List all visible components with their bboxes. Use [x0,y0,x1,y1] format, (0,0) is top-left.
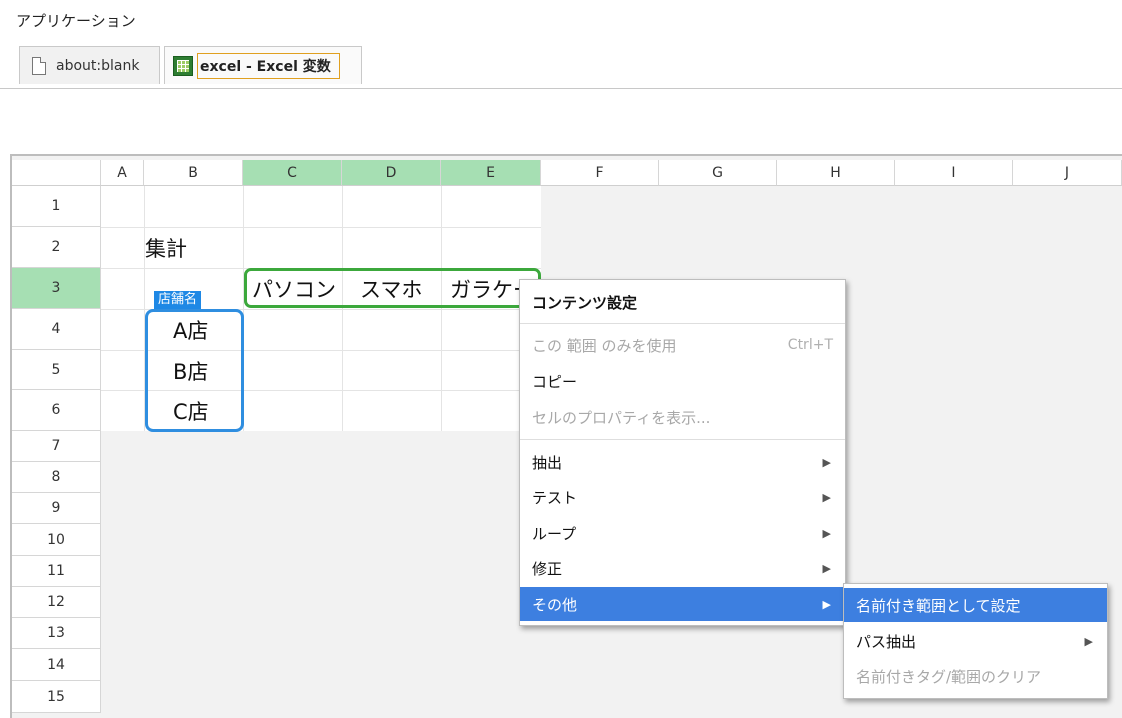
submenu-arrow-icon: ▶ [822,490,831,504]
menu-item-modify[interactable]: 修正 ▶ [520,551,845,585]
menu-item-label: 名前付き範囲として設定 [856,596,1021,615]
row-header-8[interactable]: 8 [12,462,101,493]
submenu-arrow-icon: ▶ [1084,634,1093,648]
row-header-12[interactable]: 12 [12,587,101,618]
shortcut-label: Ctrl+T [787,337,833,353]
menu-item-label: その他 [532,595,578,614]
menu-item-cell-properties[interactable]: セルのプロパティを表示... [520,400,845,434]
app-title: アプリケーション [16,12,136,30]
toolbar-area [0,89,1122,153]
menu-header-content-settings: コンテンツ設定 [520,285,845,319]
menu-item-other[interactable]: その他 ▶ [520,587,845,621]
menu-item-set-named-range[interactable]: 名前付き範囲として設定 [844,588,1107,622]
row-header-10[interactable]: 10 [12,524,101,556]
col-header-D[interactable]: D [342,160,441,186]
menu-item-label: 修正 [532,559,563,578]
context-menu: コンテンツ設定 この 範囲 のみを使用 Ctrl+T コピー セルのプロパティを… [519,279,846,626]
menu-item-label: テスト [532,488,578,507]
menu-item-copy[interactable]: コピー [520,364,845,398]
col-header-E[interactable]: E [441,160,541,186]
submenu-arrow-icon: ▶ [822,455,831,469]
row-header-4[interactable]: 4 [12,309,101,350]
submenu-arrow-icon: ▶ [822,597,831,611]
submenu-arrow-icon: ▶ [822,561,831,575]
tab-bar: about:blank excel - Excel 変数 [0,40,1122,89]
tab-excel[interactable]: excel - Excel 変数 [164,46,362,84]
row-header-3[interactable]: 3 [12,268,101,309]
menu-separator [520,439,845,440]
menu-item-label: 名前付きタグ/範囲のクリア [856,667,1042,686]
submenu-other: 名前付き範囲として設定 パス抽出 ▶ 名前付きタグ/範囲のクリア [843,583,1108,699]
row-header-7[interactable]: 7 [12,431,101,462]
col-header-A[interactable]: A [101,160,144,186]
row-header-1[interactable]: 1 [12,186,101,227]
tab-label: about:blank [56,57,140,74]
tab-label: excel - Excel 変数 [197,52,340,79]
corner-header[interactable] [12,160,101,186]
row-header-14[interactable]: 14 [12,649,101,681]
row-header-11[interactable]: 11 [12,556,101,587]
col-header-I[interactable]: I [895,160,1013,186]
row-header-9[interactable]: 9 [12,493,101,524]
menu-item-label: セルのプロパティを表示... [532,408,711,427]
cell-B2[interactable]: 集計 [145,233,187,263]
selected-range-outline [244,268,541,308]
submenu-arrow-icon: ▶ [822,526,831,540]
row-header-2[interactable]: 2 [12,227,101,268]
menu-item-path-extract[interactable]: パス抽出 ▶ [844,624,1107,658]
col-header-B[interactable]: B [144,160,243,186]
menu-item-label: コピー [532,372,578,391]
col-header-H[interactable]: H [777,160,895,186]
menu-item-label: ループ [532,524,577,543]
named-range-tag[interactable]: 店舗名 [154,291,202,309]
row-header-13[interactable]: 13 [12,618,101,649]
menu-item-label: 抽出 [532,453,563,472]
col-header-F[interactable]: F [541,160,659,186]
menu-item-use-range-only[interactable]: この 範囲 のみを使用 Ctrl+T [520,328,845,362]
menu-header-label: コンテンツ設定 [532,293,638,312]
col-header-J[interactable]: J [1013,160,1122,186]
named-range-outline [145,309,244,432]
excel-icon [173,55,193,76]
col-header-C[interactable]: C [243,160,342,186]
tab-about-blank[interactable]: about:blank [19,46,160,84]
page-icon [32,56,46,75]
menu-item-test[interactable]: テスト ▶ [520,480,845,514]
row-header-5[interactable]: 5 [12,350,101,390]
menu-item-label: この 範囲 のみを使用 [532,336,677,355]
menu-item-loop[interactable]: ループ ▶ [520,516,845,550]
menu-separator [520,323,845,324]
menu-item-label: パス抽出 [856,632,917,651]
menu-item-extract[interactable]: 抽出 ▶ [520,445,845,479]
menu-item-clear-named-tag[interactable]: 名前付きタグ/範囲のクリア [844,659,1107,693]
row-header-6[interactable]: 6 [12,390,101,431]
col-header-G[interactable]: G [659,160,777,186]
row-header-15[interactable]: 15 [12,681,101,713]
